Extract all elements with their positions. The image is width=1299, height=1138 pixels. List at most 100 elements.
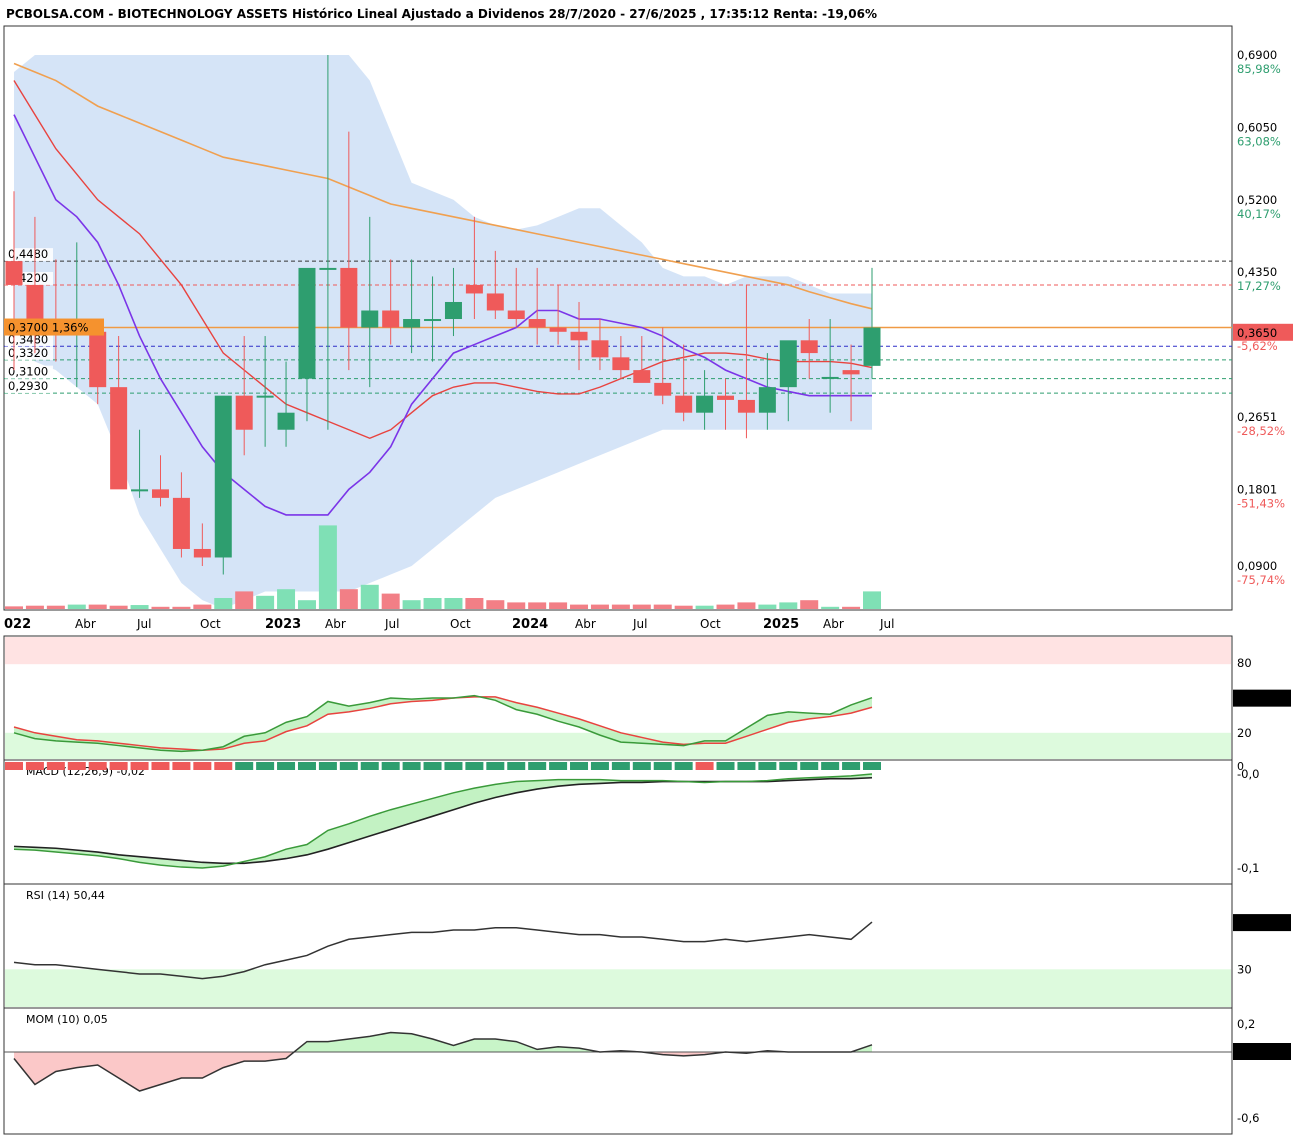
macd-hist-bar	[716, 762, 735, 770]
macd-hist-bar	[297, 762, 316, 770]
candle-body	[298, 267, 316, 379]
volume-bar	[486, 600, 505, 609]
volume-bar	[46, 605, 65, 609]
candle-body	[172, 497, 190, 549]
candle-body	[110, 387, 128, 490]
macd-hist-bar	[758, 762, 777, 770]
price-tick-pct: -28,52%	[1237, 424, 1285, 438]
macd-hist-bar	[695, 762, 714, 770]
time-tick-label: Abr	[575, 617, 596, 631]
time-tick-label: Jul	[384, 617, 399, 631]
volume-bar	[632, 604, 651, 609]
candle-body	[319, 267, 337, 270]
macd-bottom-label: -0,1	[1237, 861, 1259, 875]
price-tick-pct: 40,17%	[1237, 207, 1281, 221]
volume-bar	[25, 605, 44, 609]
volume-bar	[193, 604, 212, 609]
volume-bar	[67, 604, 86, 609]
macd-hist-bar	[25, 762, 44, 770]
macd-hist-bar	[402, 762, 421, 770]
candle-body	[737, 399, 755, 413]
time-axis: 022 Abr Jul Oct 2023 Abr Jul Oct 2024 Abr Jul Oct 20…	[4, 617, 894, 632]
candle-body	[131, 489, 149, 492]
volume-bar	[151, 606, 170, 609]
macd-hist-bar	[863, 762, 881, 770]
candle-body	[675, 395, 693, 413]
macd-hist-bar	[486, 762, 505, 770]
volume-bar	[172, 606, 191, 609]
macd-hist-bar	[570, 762, 589, 770]
candle-body	[486, 293, 504, 311]
volume-bar	[758, 604, 777, 609]
price-tick-label: 0,4350	[1237, 265, 1277, 279]
candle-body	[5, 261, 23, 285]
macd-hist-bar	[800, 762, 819, 770]
time-tick-label: Oct	[700, 617, 721, 631]
volume-bar	[863, 591, 881, 609]
chart-title: PCBOLSA.COM - BIOTECHNOLOGY ASSETS Histó…	[6, 7, 877, 21]
candle-body	[717, 395, 735, 400]
price-axis: 0,690085,98% 0,605063,08% 0,520040,17% 0,43…	[1237, 48, 1285, 587]
time-tick-label: Jul	[632, 617, 647, 631]
volume-bar	[695, 605, 714, 609]
time-tick-label: Abr	[823, 617, 844, 631]
volume-bar	[256, 595, 275, 609]
volume-bar	[88, 604, 107, 609]
macd-hist-bar	[360, 762, 379, 770]
mom-panel: MOM (10) 0,05 0,2 -0,6 0,055	[3, 1007, 1291, 1135]
candle-body	[779, 340, 797, 388]
macd-hist-bar	[339, 762, 358, 770]
volume-bar	[402, 600, 421, 609]
macd-hist-bar	[590, 762, 609, 770]
level-label: 0,2930	[8, 379, 48, 393]
candle-body	[444, 301, 462, 320]
macd-hist-bar	[737, 762, 756, 770]
volume-bar	[109, 605, 128, 609]
panel-label: RSI (14) 50,44	[26, 889, 105, 902]
candle-body	[570, 331, 588, 341]
candle-body	[528, 319, 546, 328]
time-tick-label: Abr	[75, 617, 96, 631]
price-tick-label: 0,6050	[1237, 120, 1277, 134]
candle-body	[424, 319, 442, 322]
candle-body	[633, 370, 651, 383]
candle-body	[277, 412, 295, 430]
volume-bar	[549, 602, 568, 609]
candle-body	[214, 395, 232, 558]
time-tick-label: Abr	[325, 617, 346, 631]
price-tick-label: 0,5200	[1237, 193, 1277, 207]
candle-body	[800, 340, 818, 354]
volume-bar	[737, 602, 756, 609]
rsi-panel: RSI (14) 50,44 30 50,444	[3, 883, 1291, 1009]
volume-bar	[507, 602, 526, 609]
macd-hist-bar	[549, 762, 568, 770]
price-tick-pct: -75,74%	[1237, 573, 1285, 587]
price-tick-pct: 17,27%	[1237, 279, 1281, 293]
sto-value-box-label: 50,324	[1237, 692, 1277, 706]
candle-body	[151, 489, 169, 498]
macd-panel: MACD (12,26,9) -0,02 0-0,0-0,1	[3, 759, 1259, 885]
panel-label: MOM (10) 0,05	[26, 1013, 108, 1026]
candle-body	[256, 395, 274, 398]
current-price-label: 0,3650	[1237, 326, 1277, 340]
macd-hist-bar	[653, 762, 672, 770]
macd-hist-bar	[465, 762, 484, 770]
macd-hist-bar	[507, 762, 526, 770]
last-close-tag-label: 0,3700 1,36%	[8, 321, 88, 335]
candle-body	[361, 310, 379, 328]
price-tick-label: 0,1801	[1237, 482, 1277, 496]
macd-hist-bar	[423, 762, 442, 770]
macd-hist-bar	[632, 762, 651, 770]
time-tick-label: Oct	[200, 617, 221, 631]
volume-bar	[716, 604, 735, 609]
volume-bar	[465, 598, 484, 609]
chart-svg: PCBOLSA.COM - BIOTECHNOLOGY ASSETS Histó…	[3, 7, 1293, 1135]
candle-body	[863, 327, 881, 366]
time-tick-label: 2025	[763, 617, 799, 632]
volume-bar	[653, 604, 672, 609]
volume-bar	[570, 604, 589, 609]
macd-hist-bar	[172, 762, 191, 770]
candle-body	[340, 267, 358, 328]
volume-bar	[779, 602, 798, 609]
macd-hist-bar	[130, 762, 149, 770]
